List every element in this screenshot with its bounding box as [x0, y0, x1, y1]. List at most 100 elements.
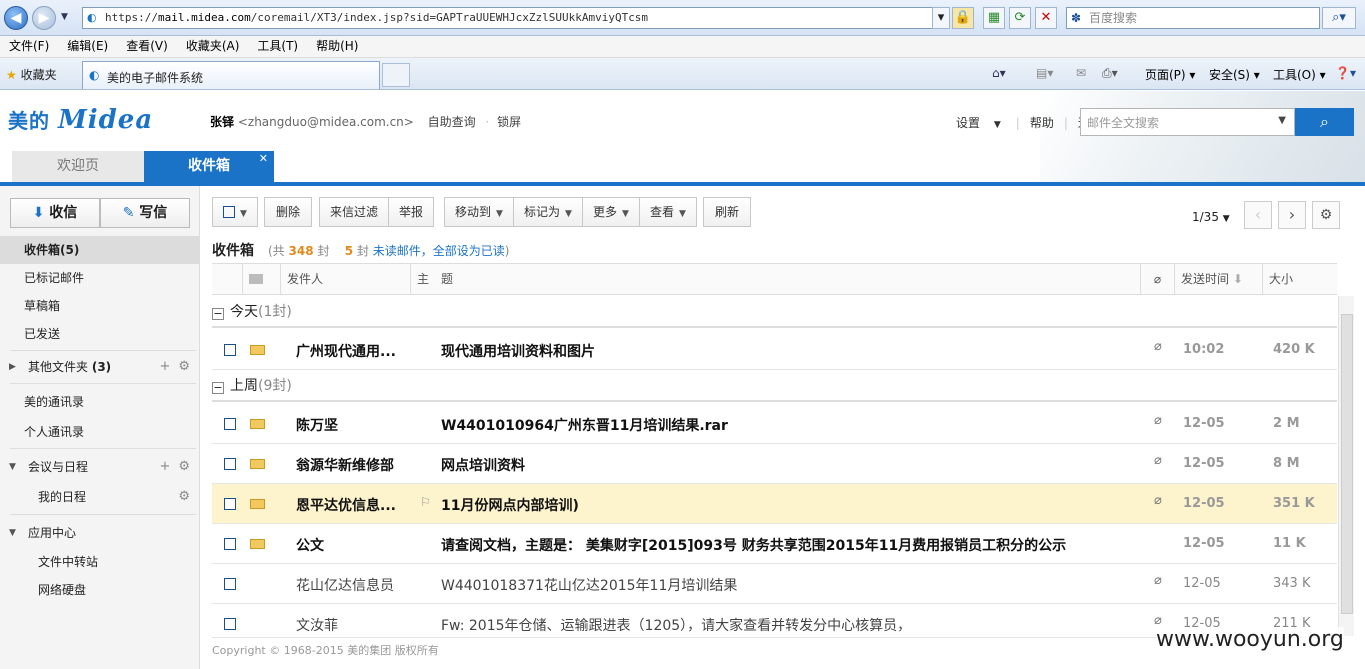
table-row[interactable]: 陈万坚 W4401010964广州东晋11月培训结果.rar ⌀ 12-05 2… — [212, 404, 1337, 444]
row-checkbox[interactable] — [224, 578, 236, 590]
browser-search-icon[interactable]: ⌕▾ — [1322, 7, 1356, 29]
group-collapse-icon[interactable]: − — [212, 308, 224, 320]
pager[interactable]: 1/35 ▼ — [1192, 210, 1230, 224]
col-attachment[interactable]: ⌀ — [1140, 264, 1174, 295]
refresh-icon[interactable]: ⟳ — [1009, 7, 1031, 29]
mail-icon[interactable]: ✉ — [1076, 66, 1086, 80]
url-dropdown-icon[interactable]: ▾ — [932, 7, 950, 29]
home-icon[interactable]: ⌂▾ — [992, 66, 1006, 80]
tab-inbox[interactable]: 收件箱 ✕ — [144, 151, 274, 182]
col-sender[interactable]: 发件人 — [280, 264, 410, 295]
sidebar-item-flagged[interactable]: 已标记邮件 — [0, 264, 200, 292]
sidebar-item-netdisk[interactable]: 网络硬盘 — [0, 576, 200, 604]
expand-icon[interactable]: ▶ — [9, 353, 16, 381]
next-page-button[interactable]: › — [1278, 201, 1306, 229]
tab-close-icon[interactable]: ✕ — [259, 143, 268, 174]
select-all-button[interactable]: ▼ — [212, 197, 258, 227]
tools-menu-button[interactable]: 工具(O) ▾ — [1273, 66, 1326, 83]
table-row[interactable]: 恩平达优信息... ⚐ 11月份网点内部培训) ⌀ 12-05 351 K — [212, 484, 1337, 524]
lock-icon[interactable]: 🔒 — [952, 7, 974, 29]
favorites-button[interactable]: ★ 收藏夹 — [6, 66, 57, 83]
sidebar-item-apps[interactable]: ▼ 应用中心 — [0, 519, 200, 547]
schedule-settings-icon[interactable]: ⚙ — [178, 489, 190, 504]
history-dropdown-icon[interactable]: ▼ — [61, 12, 68, 22]
move-to-button[interactable]: 移动到 ▼ — [444, 197, 514, 227]
table-row[interactable]: 公文 请查阅文档，主题是： 美集财字[2015]093号 财务共享范围2015年… — [212, 524, 1337, 564]
group-last-week[interactable]: − 上周(9封) — [212, 370, 1337, 402]
sidebar-item-my-schedule[interactable]: 我的日程 ⚙ — [0, 483, 200, 511]
report-button[interactable]: 举报 — [388, 197, 434, 227]
sidebar-item-corp-contacts[interactable]: 美的通讯录 — [0, 388, 200, 416]
menu-favorites[interactable]: 收藏夹(A) — [177, 36, 249, 57]
print-icon[interactable]: ⎙▾ — [1102, 66, 1118, 81]
view-button[interactable]: 查看 ▼ — [639, 197, 697, 227]
more-button[interactable]: 更多 ▼ — [582, 197, 640, 227]
row-checkbox[interactable] — [224, 458, 236, 470]
menu-file[interactable]: 文件(F) — [0, 36, 58, 57]
compat-view-icon[interactable]: ▦ — [983, 7, 1005, 29]
delete-button[interactable]: 删除 — [264, 197, 312, 227]
add-folder-icon[interactable]: + — [159, 359, 170, 374]
mark-as-button[interactable]: 标记为 ▼ — [513, 197, 583, 227]
compose-button[interactable]: ✎ 写信 — [100, 198, 190, 228]
row-checkbox[interactable] — [224, 418, 236, 430]
menu-help[interactable]: 帮助(H) — [307, 36, 367, 57]
row-checkbox[interactable] — [224, 618, 236, 630]
scrollbar-thumb[interactable] — [1341, 314, 1353, 614]
filter-button[interactable]: 来信过滤 — [319, 197, 389, 227]
refresh-button[interactable]: 刷新 — [703, 197, 751, 227]
sidebar-item-file-transfer[interactable]: 文件中转站 — [0, 548, 200, 576]
sidebar-item-meetings[interactable]: ▼ 会议与日程 + ⚙ — [0, 453, 200, 481]
collapse-icon[interactable]: ▼ — [9, 519, 16, 547]
search-scope-dropdown-icon[interactable]: ▼ — [1278, 115, 1286, 126]
url-input[interactable]: ◐ https://mail.midea.com/coremail/XT3/in… — [82, 7, 950, 29]
mail-list-scrollbar[interactable] — [1338, 296, 1354, 636]
fulltext-search-input[interactable]: 邮件全文搜索 ▼ — [1080, 108, 1295, 136]
tab-welcome[interactable]: 欢迎页 — [12, 151, 144, 182]
list-settings-button[interactable]: ⚙ — [1312, 201, 1340, 229]
self-query-link[interactable]: 自助查询 — [428, 115, 476, 129]
unread-filter-link[interactable]: 未读邮件 — [373, 244, 421, 258]
table-row[interactable]: 广州现代通用... 现代通用培训资料和图片 ⌀ 10:02 420 K — [212, 330, 1337, 370]
browser-tab-active[interactable]: ◐ 美的电子邮件系统 — [82, 61, 380, 89]
safety-menu-button[interactable]: 安全(S) ▾ — [1209, 66, 1260, 83]
row-checkbox[interactable] — [224, 498, 236, 510]
flag-icon[interactable]: ⚐ — [420, 495, 431, 509]
row-checkbox[interactable] — [224, 344, 236, 356]
forward-icon[interactable]: ▶ — [32, 6, 56, 30]
browser-search-input[interactable]: ✽ 百度搜索 — [1066, 7, 1320, 29]
menu-tools[interactable]: 工具(T) — [248, 36, 307, 57]
col-size[interactable]: 大小 — [1262, 264, 1337, 295]
menu-view[interactable]: 查看(V) — [117, 36, 177, 57]
sidebar-item-drafts[interactable]: 草稿箱 — [0, 292, 200, 320]
fulltext-search-button[interactable]: ⌕ — [1295, 108, 1354, 136]
help-link[interactable]: 帮助 — [1030, 116, 1054, 130]
group-today[interactable]: − 今天(1封) — [212, 296, 1337, 328]
lock-screen-link[interactable]: 锁屏 — [497, 115, 521, 129]
sidebar-item-other-folders[interactable]: ▶ 其他文件夹 (3) + ⚙ — [0, 353, 200, 381]
prev-page-button[interactable]: ‹ — [1244, 201, 1272, 229]
meeting-settings-icon[interactable]: ⚙ — [178, 459, 190, 474]
mark-all-read-link[interactable]: ，全部设为已读 — [421, 244, 505, 258]
help-icon[interactable]: ❓▾ — [1335, 66, 1356, 80]
sidebar-item-sent[interactable]: 已发送 — [0, 320, 200, 348]
add-meeting-icon[interactable]: + — [159, 459, 170, 474]
new-tab-button[interactable] — [382, 63, 410, 87]
select-all-checkbox[interactable] — [223, 206, 236, 218]
group-collapse-icon[interactable]: − — [212, 382, 224, 394]
feeds-icon[interactable]: ▤▾ — [1036, 66, 1053, 80]
table-row[interactable]: 翁源华新维修部 网点培训资料 ⌀ 12-05 8 M — [212, 444, 1337, 484]
table-row[interactable]: 花山亿达信息员 W4401018371花山亿达2015年11月培训结果 ⌀ 12… — [212, 564, 1337, 604]
sidebar-item-inbox[interactable]: 收件箱(5) — [0, 236, 200, 264]
back-icon[interactable]: ◀ — [4, 6, 28, 30]
folder-settings-icon[interactable]: ⚙ — [178, 359, 190, 374]
receive-button[interactable]: ⬇ 收信 — [10, 198, 100, 228]
col-time[interactable]: 发送时间 ⬇ — [1174, 264, 1262, 295]
row-checkbox[interactable] — [224, 538, 236, 550]
col-subject[interactable]: 主 题 — [410, 264, 1140, 295]
col-type[interactable] — [242, 264, 280, 295]
menu-edit[interactable]: 编辑(E) — [58, 36, 117, 57]
stop-icon[interactable]: ✕ — [1035, 7, 1057, 29]
page-menu-button[interactable]: 页面(P) ▾ — [1145, 66, 1195, 83]
settings-link[interactable]: 设置 ▼ — [951, 116, 1006, 130]
